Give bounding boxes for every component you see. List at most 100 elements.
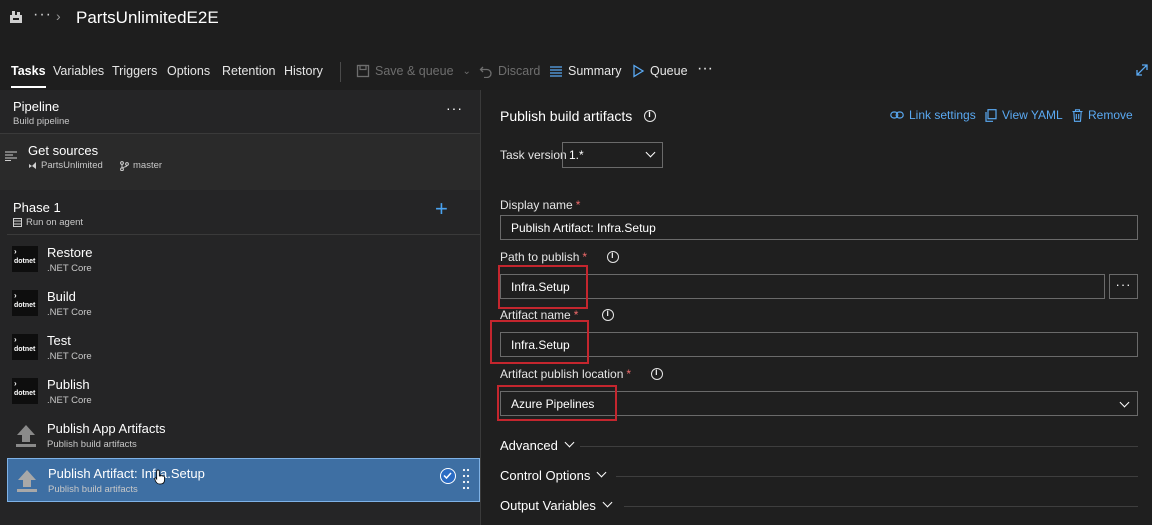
browse-button[interactable]: ··· bbox=[1109, 274, 1138, 299]
view-yaml-button[interactable]: View YAML bbox=[985, 108, 1063, 122]
phase-item[interactable]: Phase 1 Run on agent + bbox=[7, 190, 480, 235]
info-icon[interactable] bbox=[651, 367, 664, 380]
sources-icon bbox=[5, 151, 17, 161]
chevron-down-icon bbox=[602, 497, 613, 508]
breadcrumb-overflow-button[interactable]: ··· bbox=[33, 6, 52, 24]
task-detail-panel: Publish build artifacts Link settings Vi… bbox=[481, 90, 1152, 525]
tab-variables[interactable]: Variables bbox=[53, 64, 104, 78]
path-to-publish-field[interactable]: Infra.Setup bbox=[500, 274, 1105, 299]
queue-button[interactable]: Queue bbox=[631, 64, 688, 78]
detail-title-row: Publish build artifacts bbox=[500, 108, 657, 124]
task-name: Publish Artifact: Infra.Setup bbox=[48, 466, 205, 481]
display-name-value: Publish Artifact: Infra.Setup bbox=[511, 220, 656, 235]
location-label: Artifact publish location bbox=[500, 367, 624, 381]
chevron-down-icon bbox=[645, 147, 656, 158]
task-item-publish-app-artifacts[interactable]: Publish App Artifacts Publish build arti… bbox=[7, 414, 480, 458]
task-list-panel: Pipeline Build pipeline ··· Get sources … bbox=[0, 90, 480, 525]
drag-handle-icon[interactable] bbox=[462, 467, 470, 491]
link-icon bbox=[890, 111, 904, 119]
path-label-row: Path to publish * bbox=[500, 250, 620, 264]
detail-title: Publish build artifacts bbox=[500, 108, 633, 124]
queue-label: Queue bbox=[650, 64, 688, 78]
required-marker: * bbox=[582, 250, 588, 264]
copy-icon bbox=[985, 108, 997, 122]
location-label-row: Artifact publish location * bbox=[500, 367, 664, 381]
task-subtitle: .NET Core bbox=[47, 263, 92, 274]
repo-name: PartsUnlimited bbox=[41, 160, 103, 171]
required-marker: * bbox=[626, 367, 632, 381]
pipeline-more-button[interactable]: ··· bbox=[446, 100, 463, 116]
tab-options[interactable]: Options bbox=[167, 64, 210, 78]
tab-triggers[interactable]: Triggers bbox=[112, 64, 157, 78]
chevron-down-icon bbox=[1119, 397, 1130, 408]
branch-info: master bbox=[120, 160, 162, 171]
task-subtitle: Publish build artifacts bbox=[47, 439, 137, 450]
save-icon bbox=[356, 64, 370, 78]
pipeline-icon[interactable] bbox=[9, 10, 23, 24]
expand-icon[interactable] bbox=[1136, 64, 1148, 76]
summary-button[interactable]: Summary bbox=[549, 64, 621, 78]
pipeline-item[interactable]: Pipeline Build pipeline ··· bbox=[0, 90, 480, 134]
task-name: Test bbox=[47, 333, 71, 348]
task-version-value: 1.* bbox=[569, 148, 584, 162]
display-name-label: Display name bbox=[500, 198, 573, 212]
top-bar: ··· › PartsUnlimitedE2E bbox=[0, 0, 1152, 38]
repo-info: PartsUnlimited bbox=[28, 160, 103, 171]
artifact-name-field[interactable]: Infra.Setup bbox=[500, 332, 1138, 357]
chevron-down-icon bbox=[596, 467, 607, 478]
save-queue-button[interactable]: Save & queue ⌄ bbox=[356, 64, 471, 78]
advanced-section-toggle[interactable]: Advanced bbox=[500, 437, 1138, 453]
page-title: PartsUnlimitedE2E bbox=[76, 8, 219, 27]
task-item-publish[interactable]: › dotnet Publish .NET Core bbox=[7, 370, 480, 414]
task-item-test[interactable]: › dotnet Test .NET Core bbox=[7, 326, 480, 370]
chevron-down-icon bbox=[564, 437, 575, 448]
dotnet-icon: › dotnet bbox=[12, 334, 38, 360]
task-subtitle: Publish build artifacts bbox=[48, 484, 138, 495]
info-icon[interactable] bbox=[602, 308, 615, 321]
view-yaml-label: View YAML bbox=[1002, 108, 1063, 122]
section-divider bbox=[580, 446, 1138, 447]
display-name-field[interactable]: Publish Artifact: Infra.Setup bbox=[500, 215, 1138, 240]
chevron-down-icon: ⌄ bbox=[462, 65, 471, 77]
section-divider bbox=[616, 476, 1138, 477]
trash-icon bbox=[1072, 108, 1083, 122]
task-subtitle: .NET Core bbox=[47, 307, 92, 318]
tab-retention[interactable]: Retention bbox=[222, 64, 276, 78]
phase-title: Phase 1 bbox=[13, 200, 61, 215]
check-icon[interactable] bbox=[440, 468, 456, 484]
link-settings-button[interactable]: Link settings bbox=[890, 108, 976, 122]
remove-button[interactable]: Remove bbox=[1072, 108, 1133, 122]
add-task-button[interactable]: + bbox=[435, 196, 448, 222]
task-version-select[interactable]: 1.* bbox=[562, 142, 663, 168]
task-name: Publish App Artifacts bbox=[47, 421, 166, 436]
display-name-label-row: Display name * bbox=[500, 198, 580, 212]
discard-button[interactable]: Discard bbox=[479, 64, 540, 78]
pipeline-title: Pipeline bbox=[13, 99, 60, 114]
phase-subtitle-row: Run on agent bbox=[13, 217, 83, 228]
dotnet-icon: › dotnet bbox=[12, 290, 38, 316]
task-item-build[interactable]: › dotnet Build .NET Core bbox=[7, 282, 480, 326]
task-name: Publish bbox=[47, 377, 90, 392]
tab-tasks[interactable]: Tasks bbox=[11, 64, 46, 88]
info-icon[interactable] bbox=[607, 250, 620, 263]
save-queue-label: Save & queue bbox=[375, 64, 454, 78]
tab-history[interactable]: History bbox=[284, 64, 323, 78]
output-variables-section-toggle[interactable]: Output Variables bbox=[500, 497, 1138, 513]
control-options-section-toggle[interactable]: Control Options bbox=[500, 467, 1138, 483]
section-label: Advanced bbox=[500, 438, 558, 453]
info-icon[interactable] bbox=[644, 109, 657, 122]
visual-studio-icon bbox=[29, 162, 36, 169]
mouse-cursor-icon bbox=[154, 469, 165, 485]
toolbar-divider bbox=[340, 62, 341, 82]
upload-icon bbox=[16, 425, 36, 447]
task-item-restore[interactable]: › dotnet Restore .NET Core bbox=[7, 238, 480, 282]
task-item-publish-artifact-infra-setup[interactable]: Publish Artifact: Infra.Setup Publish bu… bbox=[7, 458, 480, 502]
highlight-box bbox=[490, 320, 589, 364]
dotnet-icon: › dotnet bbox=[12, 378, 38, 404]
task-subtitle: .NET Core bbox=[47, 395, 92, 406]
toolbar-more-button[interactable]: ··· bbox=[697, 60, 713, 78]
link-settings-label: Link settings bbox=[909, 108, 976, 122]
get-sources-item[interactable]: Get sources PartsUnlimited master bbox=[0, 134, 480, 190]
agent-icon bbox=[13, 218, 22, 227]
phase-subtitle: Run on agent bbox=[26, 217, 84, 228]
